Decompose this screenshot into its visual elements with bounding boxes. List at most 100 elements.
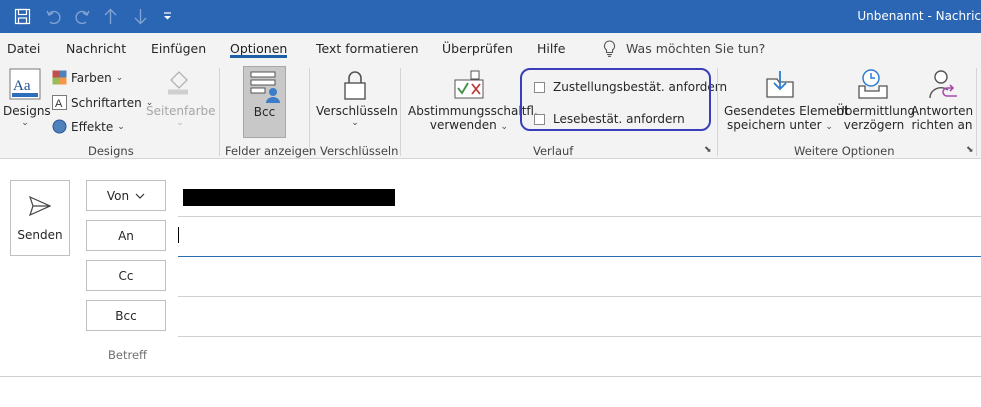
designs-button[interactable]: Designs ⌄: [3, 104, 51, 128]
field-divider: [178, 216, 981, 217]
group-separator: [717, 68, 718, 156]
subject-field[interactable]: [178, 338, 981, 376]
bcc-icon: [250, 71, 280, 103]
an-label: An: [118, 228, 134, 243]
redacted-sender: [183, 189, 395, 206]
group-separator: [219, 68, 220, 156]
delay-delivery-icon: [857, 68, 889, 104]
von-button[interactable]: Von: [86, 180, 166, 211]
chevron-down-icon: ⌄: [117, 121, 125, 132]
schriftarten-label: Schriftarten: [71, 95, 142, 110]
betreff-label: Betreff: [108, 348, 147, 362]
group-separator: [309, 68, 310, 156]
chevron-down-icon: ⌄: [351, 118, 359, 128]
send-icon: [29, 196, 51, 216]
active-tab-indicator: [230, 55, 287, 58]
customize-icon[interactable]: [159, 5, 175, 27]
save-icon[interactable]: [10, 5, 34, 27]
group-label-designs: Designs: [88, 144, 134, 158]
send-label: Senden: [17, 228, 63, 242]
subject-divider: [0, 376, 981, 377]
tell-me-search[interactable]: Was möchten Sie tun?: [603, 40, 765, 57]
annotation-highlight-circle: [520, 68, 711, 131]
group-separator: [400, 68, 401, 156]
chevron-down-icon: ⌄: [500, 122, 509, 132]
cc-field[interactable]: [178, 258, 981, 296]
undo-icon[interactable]: [41, 5, 65, 27]
bcc-toggle-button[interactable]: Bcc: [243, 66, 286, 138]
abstimmungsschaltflaechen-button[interactable]: Abstimmungsschaltfl. verwenden ⌄: [408, 104, 538, 132]
lock-icon: [343, 69, 367, 105]
tell-me-placeholder: Was möchten Sie tun?: [626, 41, 766, 56]
tab-datei[interactable]: Datei: [7, 41, 40, 56]
voting-buttons-icon: [454, 69, 484, 103]
redo-icon[interactable]: [70, 5, 94, 27]
window-title: Unbenannt - Nachric: [857, 9, 981, 23]
bcc-button[interactable]: Bcc: [86, 300, 166, 331]
effekte-button[interactable]: Effekte ⌄: [52, 119, 125, 134]
save-sent-item-icon: [765, 69, 795, 103]
uebermittlung-label-line1: Übermittlung: [836, 104, 916, 118]
up-icon[interactable]: [99, 5, 121, 27]
tab-einfuegen[interactable]: Einfügen: [151, 41, 206, 56]
tab-ueberpruefen[interactable]: Überprüfen: [442, 41, 513, 56]
colors-icon: [52, 70, 67, 85]
effects-icon: [52, 119, 67, 134]
antworten-label-line1: Antworten: [910, 104, 974, 118]
antworten-label-line2: richten an: [911, 118, 973, 132]
seitenfarbe-label: Seitenfarbe: [146, 104, 216, 118]
chevron-down-icon: ⌄: [21, 118, 29, 128]
fonts-icon: A: [52, 95, 67, 110]
antworten-richten-an-button[interactable]: Antworten richten an: [910, 104, 974, 132]
ribbon-tabs: Datei Nachricht Einfügen Optionen Text f…: [0, 33, 981, 63]
group-separator: [976, 68, 977, 156]
gesendetes-element-speichern-button[interactable]: Gesendetes Element speichern unter ⌄: [724, 104, 849, 132]
ribbon: Aa Designs ⌄ Farben ⌄ A Schriftarten ⌄ E…: [0, 63, 981, 159]
send-button[interactable]: Senden: [10, 180, 70, 256]
down-icon[interactable]: [129, 5, 151, 27]
seitenfarbe-button[interactable]: Seitenfarbe ⌄: [146, 104, 216, 128]
lightbulb-icon: [604, 40, 615, 57]
von-label: Von: [106, 188, 130, 203]
effekte-label: Effekte: [71, 119, 114, 134]
uebermittlung-verzoegern-button[interactable]: Übermittlung verzögern: [836, 104, 916, 132]
designs-label: Designs: [3, 104, 51, 118]
group-label-verlauf: Verlauf: [533, 144, 574, 158]
bcc-label: Bcc: [253, 105, 276, 119]
to-field-underline: [178, 256, 981, 257]
bcc-field[interactable]: [178, 298, 981, 336]
cc-label: Cc: [118, 268, 134, 283]
chevron-down-icon: [135, 193, 145, 199]
page-color-icon: [165, 70, 191, 104]
group-label-weitere: Weitere Optionen: [794, 144, 895, 158]
text-cursor: [178, 227, 179, 243]
verschluesseln-button[interactable]: Verschlüsseln ⌄: [316, 104, 398, 128]
bcc-field-label: Bcc: [115, 308, 137, 323]
dialog-launcher-icon[interactable]: ⬊: [704, 145, 712, 155]
uebermittlung-label-line2: verzögern: [843, 118, 905, 132]
farben-button[interactable]: Farben ⌄: [52, 70, 123, 85]
schriftarten-button[interactable]: A Schriftarten ⌄: [52, 95, 153, 110]
compose-area: Senden Von An Cc Bcc Betreff: [0, 160, 981, 407]
field-divider: [178, 336, 981, 337]
tab-optionen[interactable]: Optionen: [230, 41, 287, 56]
an-button[interactable]: An: [86, 220, 166, 251]
title-bar: Unbenannt - Nachric: [0, 0, 981, 33]
tab-nachricht[interactable]: Nachricht: [66, 41, 126, 56]
verschluesseln-label: Verschlüsseln: [316, 104, 398, 118]
tab-hilfe[interactable]: Hilfe: [537, 41, 565, 56]
gesendet-label-line2: speichern unter: [727, 118, 822, 132]
cc-button[interactable]: Cc: [86, 260, 166, 291]
svg-text:A: A: [55, 98, 63, 110]
dialog-launcher-icon[interactable]: ⬊: [966, 145, 974, 155]
field-divider: [178, 296, 981, 297]
direct-replies-icon: [927, 68, 959, 104]
chevron-down-icon: ⌄: [115, 72, 124, 83]
tab-text-formatieren[interactable]: Text formatieren: [316, 41, 419, 56]
svg-text:Aa: Aa: [13, 78, 31, 94]
abstimmung-label-line2: verwenden: [429, 118, 497, 132]
chevron-down-icon: ⌄: [825, 122, 833, 132]
gesendet-label-line1: Gesendetes Element: [724, 104, 849, 118]
to-field[interactable]: [178, 218, 981, 256]
group-label-verschluesseln: Verschlüsseln: [320, 144, 399, 158]
